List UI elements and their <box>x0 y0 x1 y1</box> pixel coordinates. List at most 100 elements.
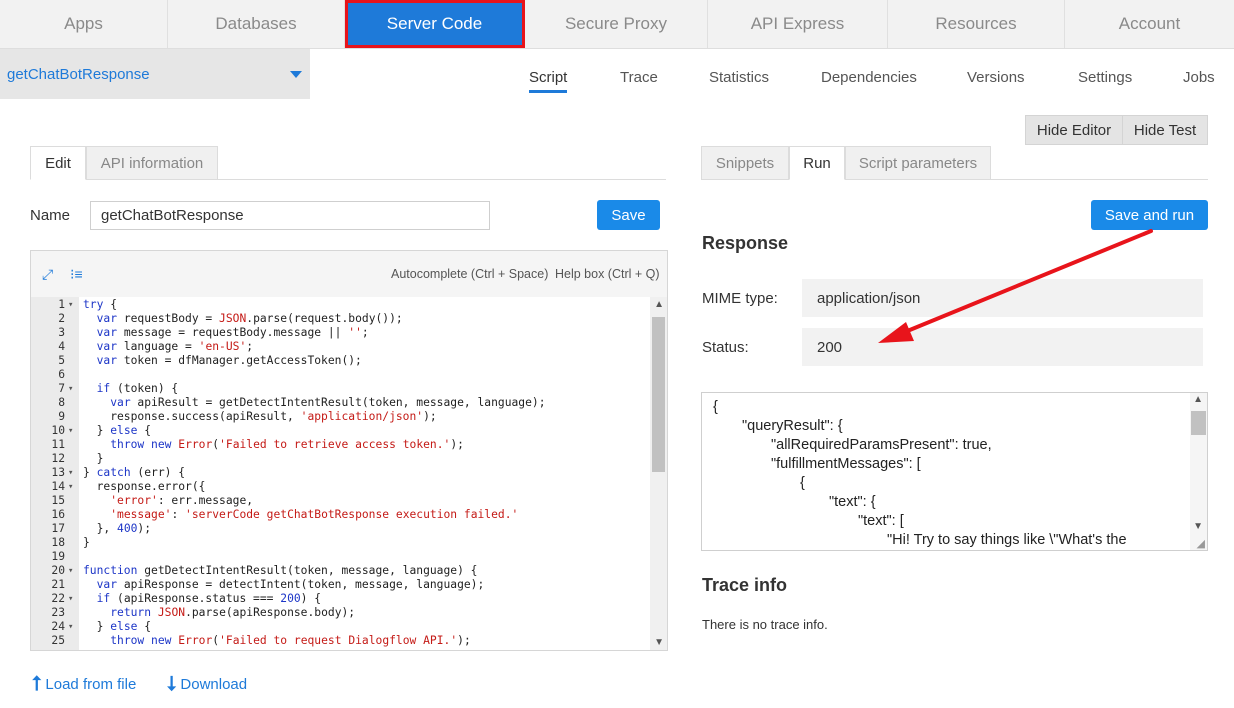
code-line[interactable]: 6 <box>31 368 651 382</box>
code-line[interactable]: 8 var apiResult = getDetectIntentResult(… <box>31 396 651 410</box>
download-link[interactable]: ⭣ Download <box>167 673 247 696</box>
save-and-run-button[interactable]: Save and run <box>1091 200 1208 230</box>
code-line[interactable]: 13 ▾} catch (err) { <box>31 466 651 480</box>
code-text: var language = 'en-US'; <box>96 340 254 353</box>
tab-dependencies[interactable]: Dependencies <box>821 69 917 86</box>
resize-handle-icon[interactable]: ◢ <box>1197 537 1205 550</box>
tab-script[interactable]: Script <box>529 69 568 93</box>
load-from-file-link[interactable]: ⭡ Load from file <box>32 673 136 696</box>
tab-versions[interactable]: Versions <box>967 69 1025 86</box>
code-line[interactable]: 5 var token = dfManager.getAccessToken()… <box>31 354 651 368</box>
sub-navigation: getChatBotResponse Script Trace Statisti… <box>0 49 1234 99</box>
scroll-thumb[interactable] <box>1191 411 1206 435</box>
code-line[interactable]: 12 } <box>31 452 651 466</box>
code-line[interactable]: 10 ▾ } else { <box>31 424 651 438</box>
save-button[interactable]: Save <box>597 200 660 230</box>
fold-icon[interactable]: ▾ <box>68 424 73 438</box>
response-scrollbar[interactable]: ▲ ▼ <box>1190 393 1207 550</box>
mime-type-value: application/json <box>802 279 1203 317</box>
tab-trace[interactable]: Trace <box>620 69 658 86</box>
code-line[interactable]: 1 ▾ try { <box>31 298 651 312</box>
scroll-down-icon[interactable]: ▼ <box>1193 521 1203 532</box>
code-line[interactable]: 22 ▾ if (apiResponse.status === 200) { <box>31 592 651 606</box>
code-text: try { <box>83 298 118 311</box>
fold-icon[interactable]: ▾ <box>68 480 73 494</box>
code-line[interactable]: 4 var language = 'en-US'; <box>31 340 651 354</box>
fold-icon[interactable]: ▾ <box>68 564 73 578</box>
tab-jobs[interactable]: Jobs <box>1183 69 1215 86</box>
code-line[interactable]: 15 'error': err.message, <box>31 494 651 508</box>
response-body[interactable]: {"queryResult": {"allRequiredParamsPrese… <box>701 392 1208 551</box>
line-number: 21 <box>51 578 65 591</box>
response-title: Response <box>702 233 789 253</box>
code-line[interactable]: 16 'message': 'serverCode getChatBotResp… <box>31 508 651 522</box>
tab-api-information[interactable]: API information <box>86 146 218 180</box>
line-number: 15 <box>51 494 65 507</box>
code-line[interactable]: 24 ▾ } else { <box>31 620 651 634</box>
code-editor[interactable]: ⤢ ⁝≡ Autocomplete (Ctrl + Space) Help bo… <box>30 250 668 651</box>
scroll-up-icon[interactable]: ▲ <box>1193 394 1203 405</box>
nav-tab-api-express[interactable]: API Express <box>708 0 888 48</box>
scroll-thumb[interactable] <box>652 317 665 472</box>
fold-icon[interactable]: ▾ <box>68 382 73 396</box>
code-text: if (apiResponse.status === 200) { <box>96 592 322 605</box>
tab-edit[interactable]: Edit <box>30 146 86 180</box>
fold-icon[interactable]: ▾ <box>68 592 73 606</box>
nav-tab-account[interactable]: Account <box>1065 0 1234 48</box>
response-json-line: "text": [ <box>858 513 904 529</box>
response-json-line: "allRequiredParamsPresent": true, <box>771 437 992 453</box>
nav-tab-server-code[interactable]: Server Code <box>345 0 525 48</box>
help-box-hint: Help box (Ctrl + Q) <box>555 267 660 281</box>
line-number: 1 <box>58 298 65 311</box>
code-line[interactable]: 3 var message = requestBody.message || '… <box>31 326 651 340</box>
format-icon[interactable]: ⁝≡ <box>70 266 83 283</box>
hide-test-button[interactable]: Hide Test <box>1123 115 1208 145</box>
code-line[interactable]: 25 throw new Error('Failed to request Di… <box>31 634 651 648</box>
expand-icon[interactable]: ⤢ <box>42 266 53 283</box>
code-text: throw new Error('Failed to retrieve acce… <box>110 438 464 451</box>
code-line[interactable]: 2 var requestBody = JSON.parse(request.b… <box>31 312 651 326</box>
line-number: 8 <box>58 396 65 409</box>
script-selector[interactable]: getChatBotResponse <box>0 49 310 99</box>
line-number: 13 <box>51 466 65 479</box>
tab-settings[interactable]: Settings <box>1078 69 1132 86</box>
code-line[interactable]: 17 }, 400); <box>31 522 651 536</box>
tab-run[interactable]: Run <box>789 146 845 180</box>
code-line[interactable]: 11 throw new Error('Failed to retrieve a… <box>31 438 651 452</box>
code-line[interactable]: 9 response.success(apiResult, 'applicati… <box>31 410 651 424</box>
fold-icon[interactable]: ▾ <box>68 466 73 480</box>
trace-info-text: There is no trace info. <box>702 617 828 632</box>
name-field[interactable]: getChatBotResponse <box>90 201 490 230</box>
autocomplete-hint: Autocomplete (Ctrl + Space) <box>391 267 549 281</box>
fold-icon[interactable]: ▾ <box>68 620 73 634</box>
tab-snippets[interactable]: Snippets <box>701 146 789 180</box>
scroll-up-icon[interactable]: ▲ <box>654 299 664 310</box>
editor-scrollbar[interactable]: ▲ ▼ <box>650 297 667 650</box>
scroll-down-icon[interactable]: ▼ <box>654 637 664 648</box>
nav-tab-databases[interactable]: Databases <box>168 0 345 48</box>
tab-statistics[interactable]: Statistics <box>709 69 769 86</box>
code-line[interactable]: 19 <box>31 550 651 564</box>
hide-editor-button[interactable]: Hide Editor <box>1025 115 1123 145</box>
code-text: response.success(apiResult, 'application… <box>83 410 437 423</box>
tab-script-parameters[interactable]: Script parameters <box>845 146 991 180</box>
line-number: 17 <box>51 522 65 535</box>
nav-tab-secure-proxy[interactable]: Secure Proxy <box>525 0 708 48</box>
script-selector-value: getChatBotResponse <box>7 65 150 83</box>
line-number: 10 <box>51 424 65 437</box>
code-line[interactable]: 14 ▾ response.error({ <box>31 480 651 494</box>
line-number: 7 <box>58 382 65 395</box>
fold-icon[interactable]: ▾ <box>68 298 73 312</box>
code-area[interactable]: 1 ▾ try {2 var requestBody = JSON.parse(re… <box>31 297 667 650</box>
code-line[interactable]: 21 var apiResponse = detectIntent(token,… <box>31 578 651 592</box>
code-line[interactable]: 18} <box>31 536 651 550</box>
nav-tab-apps[interactable]: Apps <box>0 0 168 48</box>
code-text: var token = dfManager.getAccessToken(); <box>96 354 362 367</box>
nav-tab-resources[interactable]: Resources <box>888 0 1065 48</box>
code-text: response.error({ <box>83 480 206 493</box>
code-line[interactable]: 23 return JSON.parse(apiResponse.body); <box>31 606 651 620</box>
response-json-line: "queryResult": { <box>742 418 843 434</box>
code-line[interactable]: 20 ▾ function getDetectIntentResult(token,… <box>31 564 651 578</box>
code-line[interactable]: 7 ▾ if (token) { <box>31 382 651 396</box>
code-text: 'error': err.message, <box>110 494 254 507</box>
